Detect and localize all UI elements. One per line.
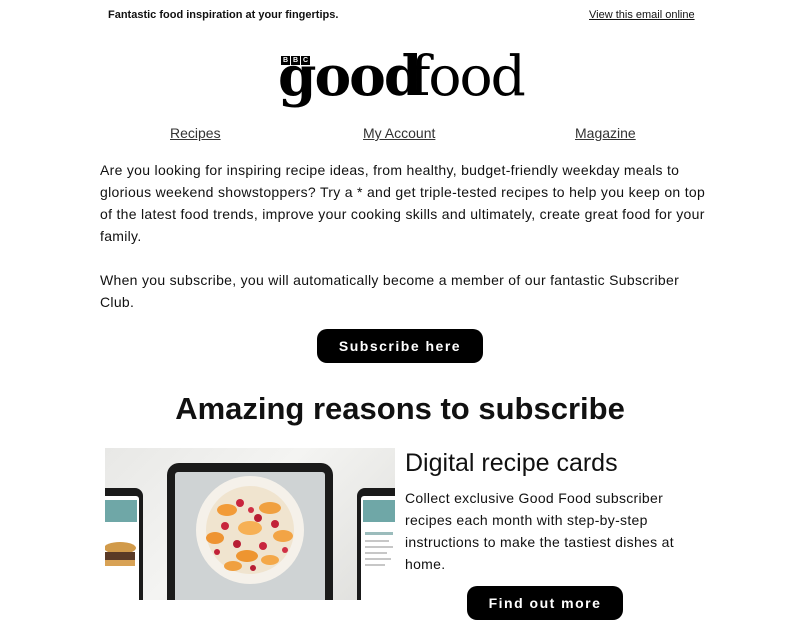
logo-food-word: food — [410, 44, 526, 108]
logo-good-word: good — [278, 43, 422, 108]
find-out-more-button[interactable]: Find out more — [467, 586, 623, 620]
goodfood-logo[interactable]: BBC good food — [278, 43, 526, 114]
devices-illustration — [105, 463, 395, 600]
top-bar: Fantastic food inspiration at your finge… — [0, 9, 800, 23]
left-phone-header — [105, 500, 137, 522]
burger-bun-bottom — [105, 560, 135, 566]
subscriber-club-paragraph: When you subscribe, you will automatical… — [100, 272, 680, 310]
card-title: Digital recipe cards — [405, 449, 618, 477]
burger-patty — [105, 552, 135, 560]
subscribe-button[interactable]: Subscribe here — [317, 329, 483, 363]
right-phone-header — [363, 500, 395, 522]
nav-link-my-account[interactable]: My Account — [363, 125, 435, 141]
nav-link-recipes[interactable]: Recipes — [170, 125, 221, 141]
card-text: Collect exclusive Good Food subscriber r… — [405, 490, 674, 572]
intro-paragraph: Are you looking for inspiring recipe ide… — [100, 162, 706, 244]
nav-link-magazine[interactable]: Magazine — [575, 125, 636, 141]
view-online-link[interactable]: View this email online — [589, 9, 695, 21]
tagline: Fantastic food inspiration at your finge… — [108, 9, 339, 21]
digital-recipe-cards-image[interactable] — [105, 448, 395, 600]
section-heading: Amazing reasons to subscribe — [175, 391, 625, 426]
